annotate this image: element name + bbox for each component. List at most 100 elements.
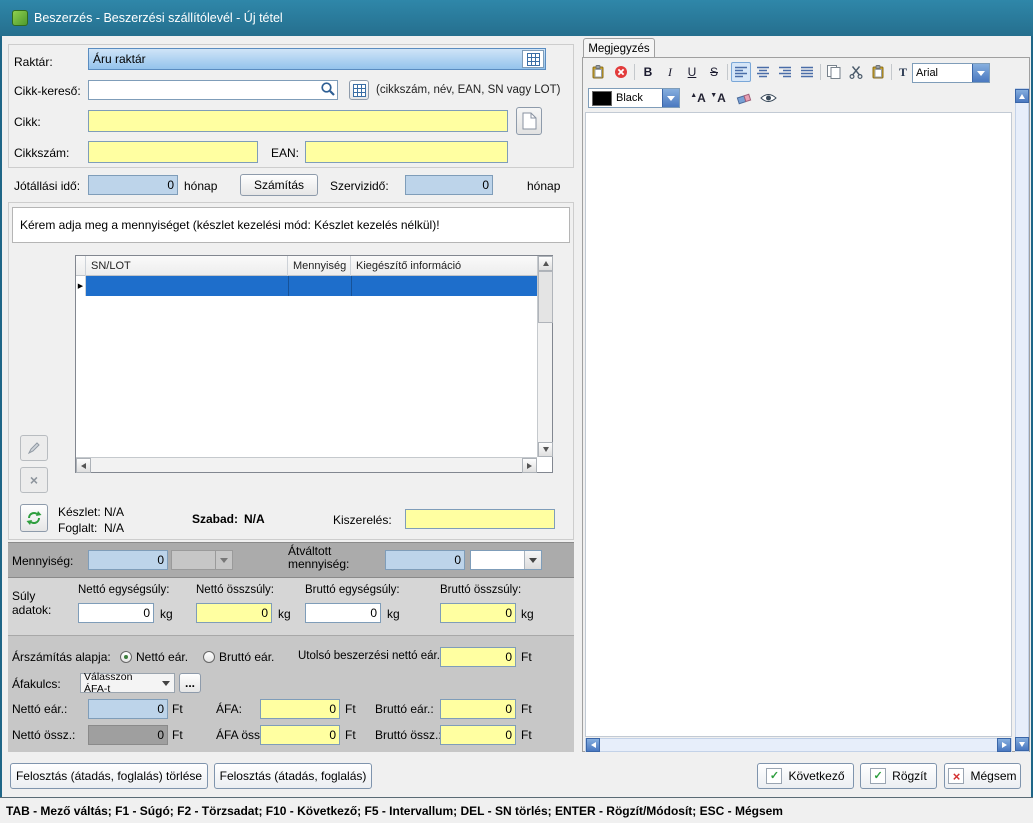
afakulcs-value: Válasszon ÁFA-t (84, 671, 133, 695)
ean-input[interactable] (305, 141, 508, 163)
font-button[interactable]: T (893, 62, 913, 82)
cancel-format-button[interactable] (611, 62, 631, 82)
atvaltott-field[interactable]: 0 (385, 550, 465, 570)
align-left-button[interactable] (731, 62, 751, 82)
copy-button[interactable] (824, 62, 844, 82)
chevron-down-icon[interactable] (972, 64, 989, 82)
chevron-down-icon[interactable] (662, 89, 679, 107)
cikk-kereso-input[interactable] (88, 80, 338, 100)
atvaltott-unit-combo[interactable] (470, 550, 542, 570)
brutto-ossz-field[interactable]: 0 (440, 725, 516, 745)
foglalt-label: Foglalt: (58, 521, 98, 535)
grid-scroll-left-button[interactable] (76, 458, 91, 473)
raktar-lookup-button[interactable] (522, 50, 544, 68)
grid-vscroll-thumb[interactable] (538, 271, 553, 323)
document-icon (522, 112, 536, 130)
align-right-button[interactable] (775, 62, 795, 82)
raktar-combobox[interactable]: Áru raktár (88, 48, 546, 70)
cikkszam-input[interactable] (88, 141, 258, 163)
grid-row-separator (288, 276, 289, 296)
cikk-document-button[interactable] (516, 107, 542, 135)
mennyiseg-field[interactable]: 0 (88, 550, 168, 570)
brutto-ear-radio[interactable] (203, 651, 215, 663)
note-horizontal-scrollbar[interactable] (585, 738, 1012, 752)
rogzit-button[interactable]: ✓ Rögzít (860, 763, 937, 789)
grid-horizontal-scrollbar[interactable] (76, 457, 537, 473)
paste-special-button[interactable] (868, 62, 888, 82)
align-left-icon (734, 66, 747, 78)
grid-scroll-down-button[interactable] (538, 442, 553, 457)
brutto-egysegsuly-field[interactable]: 0 (305, 603, 381, 623)
procurement-item-window: Beszerzés - Beszerzési szállítólevél - Ú… (0, 0, 1033, 823)
tab-megjegyzes[interactable]: Megjegyzés (583, 38, 655, 58)
kovetkezo-button[interactable]: ✓ Következő (757, 763, 854, 789)
grow-font-button[interactable]: ▲ A (688, 88, 708, 108)
strikethrough-button[interactable]: S (704, 62, 724, 82)
delete-row-button[interactable]: × (20, 467, 48, 493)
netto-ear-field[interactable]: 0 (88, 699, 168, 719)
note-vertical-scrollbar[interactable] (1015, 88, 1029, 752)
bold-button[interactable]: B (638, 62, 658, 82)
cikk-kereso-lookup-button[interactable] (349, 80, 369, 100)
cancel-icon (615, 66, 627, 78)
grid-column-kiegeszito[interactable]: Kiegészítő információ (351, 256, 539, 276)
megsem-button[interactable]: × Mégsem (944, 763, 1021, 789)
netto-ear-radio-label[interactable]: Nettó eár. (136, 650, 188, 664)
note-scroll-left-button[interactable] (586, 738, 600, 752)
italic-button[interactable]: I (660, 62, 680, 82)
szamitas-button[interactable]: Számítás (240, 174, 318, 196)
snlot-grid[interactable]: SN/LOT Mennyiség Kiegészítő információ ▶ (75, 255, 553, 473)
brutto-osszsuly-field[interactable]: 0 (440, 603, 516, 623)
cikk-input[interactable] (88, 110, 508, 132)
ft-unit: Ft (521, 728, 532, 742)
recycle-arrows-icon (26, 511, 42, 525)
netto-ear-label: Nettó eár.: (12, 702, 68, 716)
underline-button[interactable]: U (682, 62, 702, 82)
note-editor[interactable] (585, 112, 1012, 737)
netto-osszsuly-field[interactable]: 0 (196, 603, 272, 623)
eraser-button[interactable] (734, 88, 754, 108)
note-scroll-right-button[interactable] (997, 738, 1011, 752)
grid-scroll-right-button[interactable] (522, 458, 537, 473)
font-color-combo[interactable]: Black (588, 88, 680, 108)
clipboard-icon (872, 65, 884, 79)
preview-button[interactable] (758, 88, 778, 108)
color-swatch-black (592, 90, 612, 106)
paste-button[interactable] (588, 62, 608, 82)
kiszereles-input[interactable] (405, 509, 555, 529)
caret-up-icon: ▲ (690, 92, 698, 99)
brutto-ear-radio-label[interactable]: Bruttó eár. (219, 650, 274, 664)
jotallas-value-field[interactable]: 0 (88, 175, 178, 195)
ft-unit: Ft (172, 728, 183, 742)
afakulcs-combo[interactable]: Válasszon ÁFA-t (80, 671, 175, 695)
allocation-button[interactable] (20, 504, 48, 532)
edit-row-button[interactable] (20, 435, 48, 461)
grid-vertical-scrollbar[interactable] (537, 256, 553, 457)
shrink-font-button[interactable]: ▼ A (708, 88, 728, 108)
note-scroll-up-button[interactable] (1015, 89, 1029, 103)
grid-selected-row[interactable] (86, 276, 539, 296)
title-bar[interactable]: Beszerzés - Beszerzési szállítólevél - Ú… (0, 0, 1033, 36)
font-family-combo[interactable]: Arial (912, 63, 990, 83)
utolso-beszerzesi-field[interactable]: 0 (440, 647, 516, 667)
brutto-ear-field[interactable]: 0 (440, 699, 516, 719)
netto-ear-radio[interactable] (120, 651, 132, 663)
justify-button[interactable] (797, 62, 817, 82)
felosztas-button[interactable]: Felosztás (átadás, foglalás) (214, 763, 372, 789)
align-center-button[interactable] (753, 62, 773, 82)
felosztas-torles-button[interactable]: Felosztás (átadás, foglalás) törlése (10, 763, 208, 789)
netto-egysegsuly-field[interactable]: 0 (78, 603, 154, 623)
chevron-down-icon[interactable] (524, 551, 541, 569)
check-icon: ✓ (766, 768, 783, 784)
afa-field[interactable]: 0 (260, 699, 340, 719)
grid-scroll-up-button[interactable] (538, 256, 553, 271)
afakulcs-more-button[interactable]: ... (179, 673, 201, 693)
cut-button[interactable] (846, 62, 866, 82)
afa-ossz-field[interactable]: 0 (260, 725, 340, 745)
szervizido-value-field[interactable]: 0 (405, 175, 493, 195)
grid-column-mennyiseg[interactable]: Mennyiség (288, 256, 351, 276)
search-icon[interactable] (320, 81, 336, 100)
note-scroll-down-button[interactable] (1015, 737, 1029, 751)
grid-column-snlot[interactable]: SN/LOT (86, 256, 288, 276)
szervizido-unit: hónap (527, 179, 561, 193)
